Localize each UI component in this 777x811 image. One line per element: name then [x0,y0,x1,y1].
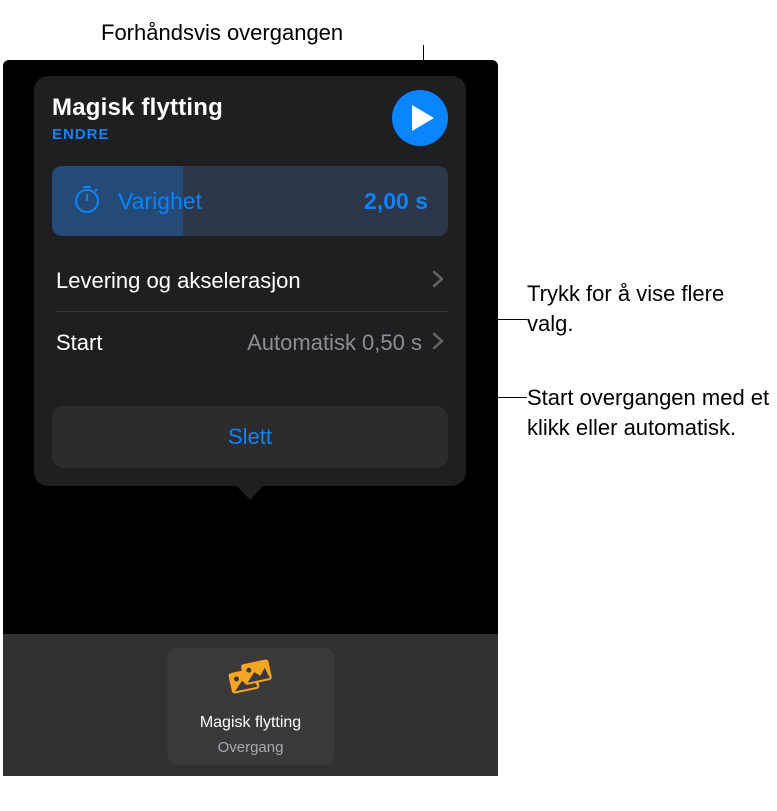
popover-title-block: Magisk flytting ENDRE [52,94,223,143]
callout-more-options: Trykk for å vise flere valg. [527,279,757,338]
transition-thumbnail[interactable]: Magisk flytting Overgang [167,648,334,765]
change-button[interactable]: ENDRE [52,126,223,143]
thumbnail-title: Magisk flytting [200,714,301,732]
stopwatch-icon [72,184,102,219]
thumbnail-strip: Magisk flytting Overgang [3,634,498,776]
delivery-label: Levering og akselerasjon [56,268,301,294]
callout-start-mode: Start overgangen med et klikk eller auto… [527,383,777,442]
thumbnail-subtitle: Overgang [218,739,284,756]
popover-title: Magisk flytting [52,94,223,122]
delivery-row[interactable]: Levering og akselerasjon [52,250,448,312]
start-row[interactable]: Start Automatisk 0,50 s [52,312,448,374]
chevron-right-icon [432,332,444,355]
transition-icon [225,658,277,703]
start-value: Automatisk 0,50 s [247,330,422,356]
duration-label: Varighet [118,188,202,215]
play-icon [412,105,434,131]
callout-preview: Forhåndsvis overgangen [101,18,343,48]
chevron-right-icon [432,270,444,293]
preview-play-button[interactable] [392,90,448,146]
popover-header: Magisk flytting ENDRE [52,94,448,146]
delete-button[interactable]: Slett [52,406,448,468]
options-list: Levering og akselerasjon Start Automatis… [52,250,448,374]
duration-slider[interactable]: Varighet 2,00 s [52,166,448,236]
device-panel: Magisk flytting ENDRE Varighet 2,00 [3,60,498,776]
popover-caret [235,484,265,500]
duration-value: 2,00 s [364,188,428,215]
transition-popover: Magisk flytting ENDRE Varighet 2,00 [34,76,466,486]
start-label: Start [56,330,102,356]
